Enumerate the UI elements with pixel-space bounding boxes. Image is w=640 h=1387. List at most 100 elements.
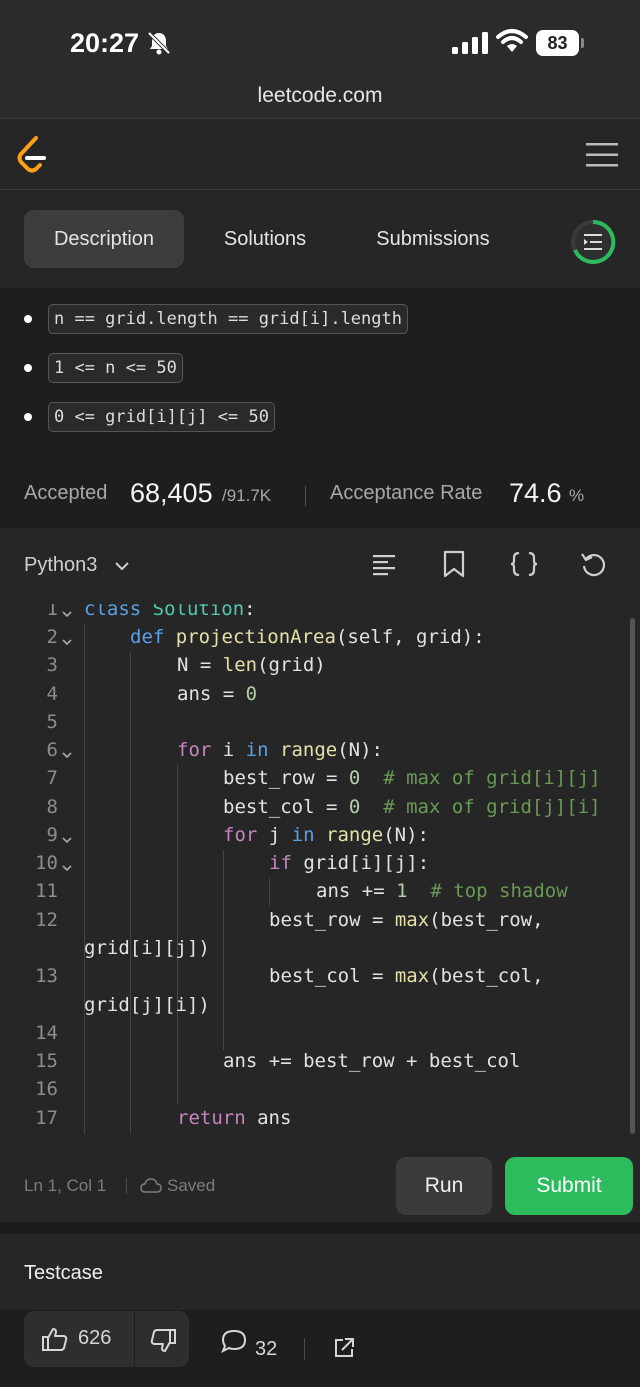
- constraint-code: n == grid.length == grid[i].length: [48, 304, 408, 334]
- fold-chevron-icon[interactable]: [61, 834, 73, 846]
- line-number: 17: [35, 1107, 58, 1129]
- indent-guide: [223, 850, 224, 1050]
- thumbs-up-icon[interactable]: [42, 1327, 68, 1351]
- line-number: 11: [35, 880, 58, 902]
- code-line: for i in range(N):: [177, 739, 383, 761]
- line-number: 1: [46, 604, 58, 620]
- indent-guide: [177, 764, 178, 1104]
- acceptance-rate-unit: %: [569, 486, 585, 505]
- cloud-icon: [140, 1178, 162, 1193]
- save-status: Saved: [167, 1176, 216, 1195]
- code-editor[interactable]: 1 2 3 4 5 6 7 8 9 10 11 12 13 14 15 16 1…: [0, 604, 640, 1134]
- comment-count: 32: [255, 1338, 278, 1360]
- clock: 20:27: [70, 28, 140, 58]
- line-number: 16: [35, 1078, 58, 1100]
- like-count: 626: [78, 1327, 112, 1349]
- wifi-icon: [496, 29, 528, 52]
- progress-ring-icon[interactable]: [570, 219, 616, 265]
- indent-guide: [130, 652, 131, 1134]
- bullet: [24, 364, 32, 372]
- code-line: best_row = max(best_row,: [269, 909, 544, 931]
- code-line: best_row = 0 # max of grid[i][j]: [223, 767, 601, 789]
- top-nav: [0, 118, 640, 190]
- code-line: grid[i][j]): [84, 937, 210, 959]
- fold-chevron-icon[interactable]: [61, 636, 73, 648]
- line-number: 8: [46, 796, 58, 818]
- line-number: 2: [46, 626, 58, 648]
- vote-divider: [134, 1311, 135, 1367]
- accepted-count: 68,405: [130, 478, 213, 508]
- action-bar: 626 32: [0, 1310, 640, 1387]
- menu-icon[interactable]: [586, 141, 618, 169]
- fold-chevron-icon[interactable]: [61, 749, 73, 761]
- format-icon[interactable]: [371, 550, 397, 578]
- stats-divider: [305, 486, 306, 506]
- submissions-total: /91.7K: [222, 486, 272, 505]
- tab-solutions[interactable]: Solutions: [200, 210, 330, 268]
- address-bar[interactable]: leetcode.com: [0, 84, 640, 108]
- testcase-panel[interactable]: Testcase: [0, 1234, 640, 1310]
- code-line: N = len(grid): [177, 654, 326, 676]
- problem-tabs: Description Solutions Submissions: [0, 190, 640, 288]
- action-divider: [304, 1338, 305, 1360]
- code-line: best_col = 0 # max of grid[j][i]: [223, 796, 601, 818]
- leetcode-logo-icon[interactable]: [14, 135, 50, 175]
- tab-description[interactable]: Description: [24, 210, 184, 268]
- run-button[interactable]: Run: [396, 1157, 492, 1215]
- code-line: def projectionArea(self, grid):: [130, 626, 485, 648]
- indent-guide: [84, 624, 85, 1134]
- code-line: best_col = max(best_col,: [269, 965, 544, 987]
- line-number: 14: [35, 1022, 58, 1044]
- thumbs-down-icon[interactable]: [150, 1329, 176, 1353]
- acceptance-rate-value: 74.6: [509, 478, 562, 508]
- submit-button[interactable]: Submit: [505, 1157, 633, 1215]
- language-selector[interactable]: Python3: [24, 554, 97, 577]
- chevron-down-icon[interactable]: [114, 558, 130, 574]
- line-number: 10: [35, 852, 58, 874]
- footer-divider: [126, 1178, 127, 1194]
- indent-guide: [269, 878, 270, 906]
- status-bar: 20:27 83 leetcode.com: [0, 0, 640, 118]
- fold-chevron-icon[interactable]: [61, 862, 73, 874]
- code-line: ans = 0: [177, 683, 258, 705]
- code-line: ans += best_row + best_col: [223, 1050, 521, 1072]
- line-number: 5: [46, 711, 58, 733]
- code-line: class Solution:: [84, 604, 256, 620]
- bell-muted-icon: [147, 31, 171, 55]
- code-line: for j in range(N):: [223, 824, 429, 846]
- line-number: 12: [35, 909, 58, 931]
- braces-icon[interactable]: [509, 550, 539, 578]
- code-line: if grid[i][j]:: [269, 852, 430, 874]
- testcase-label: Testcase: [24, 1262, 103, 1284]
- code-line: ans += 1 # top shadow: [316, 880, 568, 902]
- line-number: 13: [35, 965, 58, 987]
- constraint-code: 0 <= grid[i][j] <= 50: [48, 402, 275, 432]
- editor-toolbar: Python3: [0, 528, 640, 604]
- bullet: [24, 315, 32, 323]
- code-line: return ans: [177, 1107, 292, 1129]
- code-line: grid[j][i]): [84, 994, 210, 1016]
- editor-footer: Ln 1, Col 1 Saved Run Submit: [0, 1134, 640, 1222]
- constraint-code: 1 <= n <= 50: [48, 353, 183, 383]
- line-number: 3: [46, 654, 58, 676]
- editor-scrollbar[interactable]: [630, 618, 635, 1134]
- battery-tip: [581, 38, 584, 48]
- line-number: 6: [46, 739, 58, 761]
- fold-chevron-icon[interactable]: [61, 608, 73, 620]
- vote-group: 626: [24, 1311, 189, 1367]
- reset-icon[interactable]: [580, 550, 606, 578]
- line-number: 15: [35, 1050, 58, 1072]
- tab-submissions[interactable]: Submissions: [352, 210, 514, 268]
- line-number: 9: [46, 824, 58, 846]
- cursor-position: Ln 1, Col 1: [24, 1176, 107, 1195]
- external-link-icon[interactable]: [333, 1337, 355, 1359]
- battery-indicator: 83: [536, 30, 584, 56]
- line-number: 7: [46, 767, 58, 789]
- acceptance-rate-label: Acceptance Rate: [330, 482, 483, 504]
- accepted-label: Accepted: [24, 482, 108, 504]
- line-number: 4: [46, 683, 58, 705]
- battery-level: 83: [536, 30, 579, 56]
- bullet: [24, 413, 32, 421]
- comment-icon[interactable]: [221, 1329, 247, 1353]
- bookmark-icon[interactable]: [441, 550, 467, 578]
